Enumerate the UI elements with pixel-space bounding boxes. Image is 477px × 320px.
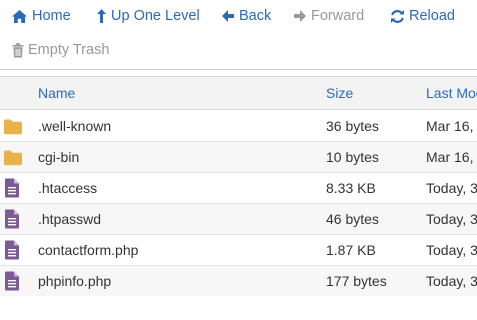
file-size: 46 bytes xyxy=(326,211,379,227)
column-header-name[interactable]: Name xyxy=(38,77,75,110)
file-size: 177 bytes xyxy=(326,273,387,289)
file-last-modified: Today, 3 xyxy=(426,273,477,289)
file-last-modified: Mar 16, xyxy=(426,149,474,165)
arrow-left-icon xyxy=(221,9,239,23)
file-name: phpinfo.php xyxy=(38,273,112,289)
home-button[interactable]: Home xyxy=(11,8,71,24)
file-size: 10 bytes xyxy=(326,149,379,165)
file-row[interactable]: contactform.php 1.87 KB Today, 3 xyxy=(0,235,477,266)
file-size: 8.33 KB xyxy=(326,180,376,196)
toolbar: Home Up One Level Back Forward Reload Em… xyxy=(0,0,477,70)
column-header-size[interactable]: Size xyxy=(326,77,353,110)
forward-button[interactable]: Forward xyxy=(293,8,364,24)
file-list: Name Size Last Mod .well-known 36 bytes Ma… xyxy=(0,76,477,296)
file-row[interactable]: cgi-bin 10 bytes Mar 16, xyxy=(0,142,477,173)
folder-icon xyxy=(3,118,23,138)
file-size: 36 bytes xyxy=(326,118,379,134)
file-size: 1.87 KB xyxy=(326,242,376,258)
file-name: contactform.php xyxy=(38,242,139,258)
back-button[interactable]: Back xyxy=(221,8,271,24)
file-last-modified: Mar 16, xyxy=(426,118,474,134)
file-name: cgi-bin xyxy=(38,149,80,165)
arrow-right-icon xyxy=(293,9,311,23)
file-row[interactable]: .htaccess 8.33 KB Today, 3 xyxy=(0,173,477,204)
file-last-modified: Today, 3 xyxy=(426,242,477,258)
file-name: .htpasswd xyxy=(38,211,102,227)
file-last-modified: Today, 3 xyxy=(426,180,477,196)
file-row[interactable]: .well-known 36 bytes Mar 16, xyxy=(0,111,477,142)
column-header-last-modified[interactable]: Last Mod xyxy=(426,77,477,110)
up-one-level-button[interactable]: Up One Level xyxy=(96,8,200,24)
file-icon xyxy=(4,209,24,229)
up-one-level-label: Up One Level xyxy=(111,8,200,24)
folder-icon xyxy=(3,149,23,169)
home-icon xyxy=(11,9,32,24)
file-name: .well-known xyxy=(38,118,112,134)
empty-trash-label: Empty Trash xyxy=(28,42,110,58)
reload-icon xyxy=(390,9,409,24)
back-label: Back xyxy=(239,8,272,24)
file-row[interactable]: phpinfo.php 177 bytes Today, 3 xyxy=(0,266,477,296)
reload-button[interactable]: Reload xyxy=(390,8,455,24)
file-list-header: Name Size Last Mod xyxy=(0,76,477,110)
file-icon xyxy=(4,271,24,291)
home-label: Home xyxy=(32,8,71,24)
file-last-modified: Today, 3 xyxy=(426,211,477,227)
reload-label: Reload xyxy=(409,8,455,24)
trash-icon xyxy=(12,42,28,58)
file-icon xyxy=(4,178,24,198)
forward-label: Forward xyxy=(311,8,365,24)
empty-trash-button[interactable]: Empty Trash xyxy=(12,42,109,58)
file-icon xyxy=(4,240,24,260)
level-up-icon xyxy=(96,8,111,24)
file-name: .htaccess xyxy=(38,180,98,196)
file-row[interactable]: .htpasswd 46 bytes Today, 3 xyxy=(0,204,477,235)
